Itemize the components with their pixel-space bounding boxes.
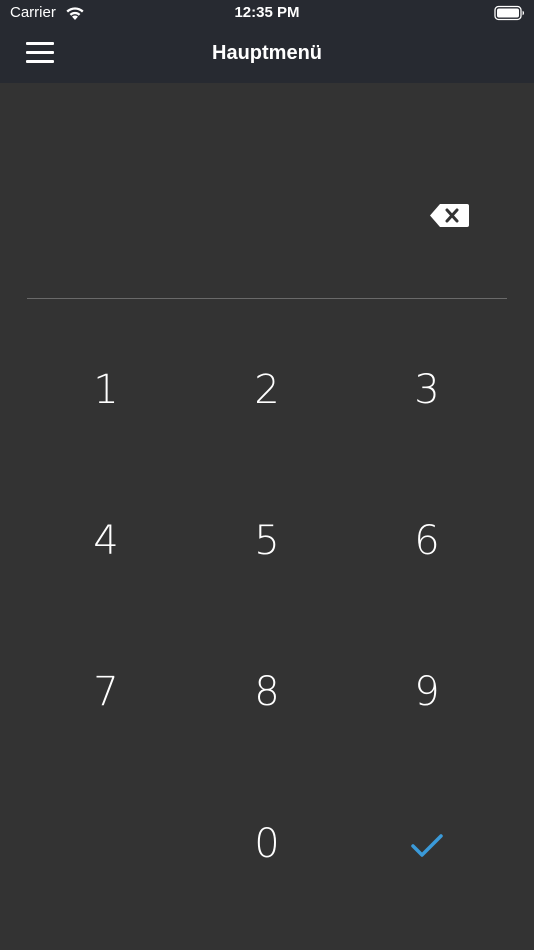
page-title: Hauptmenü [212,42,322,64]
numeric-keypad: 1 2 3 4 5 6 7 8 9 0 [0,300,534,950]
key-3[interactable]: 3 [347,330,507,450]
number-display [0,83,534,300]
display-value [27,193,417,233]
keypad-screen: Carrier 12:35 PM Hauptmenü 1 2 3 4 5 6 7… [0,0,534,950]
battery-icon [494,5,525,21]
key-9[interactable]: 9 [347,632,507,752]
top-bar: Carrier 12:35 PM Hauptmenü [0,0,534,83]
status-time: 12:35 PM [234,4,300,21]
checkmark-icon [411,834,443,857]
key-0[interactable]: 0 [187,784,347,904]
key-5[interactable]: 5 [187,481,347,601]
navigation-bar: Hauptmenü [0,28,534,83]
key-8[interactable]: 8 [187,632,347,752]
status-bar: Carrier 12:35 PM [0,0,534,28]
key-6[interactable]: 6 [347,481,507,601]
key-7[interactable]: 7 [26,632,186,752]
confirm-button[interactable] [347,786,507,906]
backspace-button[interactable] [428,201,472,231]
key-2[interactable]: 2 [187,330,347,450]
display-divider [27,298,507,299]
key-1[interactable]: 1 [26,330,186,450]
key-4[interactable]: 4 [26,481,186,601]
backspace-icon [430,204,469,227]
